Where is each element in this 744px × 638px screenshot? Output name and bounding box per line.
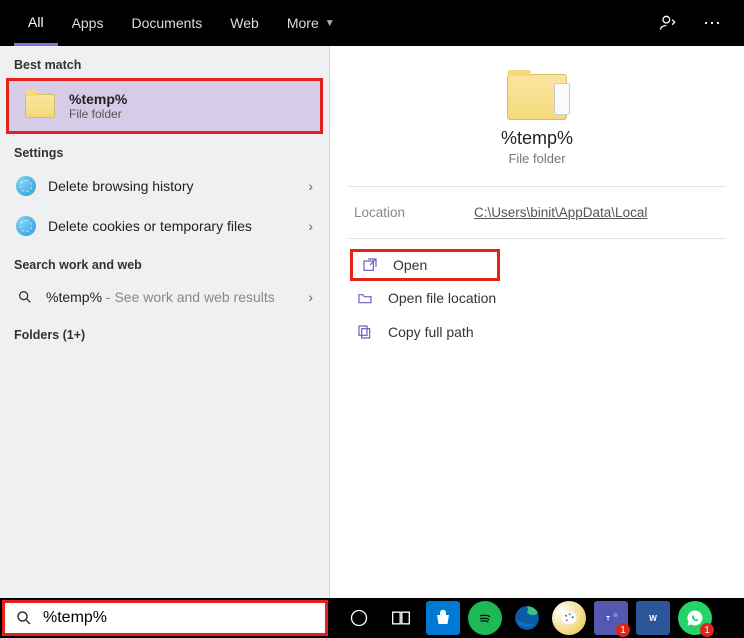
taskbar-app-word[interactable]: W: [636, 601, 670, 635]
chevron-right-icon: ›: [308, 289, 313, 305]
search-web-row[interactable]: %temp% - See work and web results ›: [0, 278, 329, 316]
notification-badge: 1: [700, 623, 714, 637]
results-left-panel: Best match %temp% File folder Settings D…: [0, 46, 330, 598]
taskbar-app-spotify[interactable]: [468, 601, 502, 635]
action-copy-full-path[interactable]: Copy full path: [334, 315, 740, 349]
search-tabs: All Apps Documents Web More ▼ ⋯: [0, 0, 744, 46]
preview-panel: %temp% File folder Location C:\Users\bin…: [330, 46, 744, 598]
globe-icon: [16, 216, 36, 236]
search-results-main: Best match %temp% File folder Settings D…: [0, 46, 744, 598]
preview-subtitle: File folder: [330, 151, 744, 166]
tab-documents-label: Documents: [131, 15, 202, 31]
tab-all-label: All: [28, 14, 44, 30]
setting-delete-browsing-history[interactable]: Delete browsing history ›: [0, 166, 329, 206]
tab-all[interactable]: All: [14, 0, 58, 46]
search-icon: [15, 609, 33, 627]
taskbar-app-teams[interactable]: T 1: [594, 601, 628, 635]
more-options-icon[interactable]: ⋯: [694, 13, 730, 34]
cortana-icon[interactable]: [340, 598, 378, 638]
location-link[interactable]: C:\Users\binit\AppData\Local: [474, 205, 647, 220]
tab-more[interactable]: More ▼: [273, 0, 349, 46]
section-settings: Settings: [0, 134, 329, 166]
section-best-match: Best match: [0, 46, 329, 78]
action-open[interactable]: Open: [350, 249, 500, 281]
open-icon: [361, 256, 379, 274]
action-open-label: Open: [393, 257, 427, 273]
feedback-icon[interactable]: [658, 13, 694, 33]
tab-documents[interactable]: Documents: [117, 0, 216, 46]
tab-more-label: More: [287, 15, 319, 31]
action-open-file-location[interactable]: Open file location: [334, 281, 740, 315]
tab-apps[interactable]: Apps: [58, 0, 118, 46]
best-match-subtitle: File folder: [69, 107, 127, 121]
folder-icon: [507, 74, 567, 120]
setting-delete-cookies[interactable]: Delete cookies or temporary files ›: [0, 206, 329, 246]
best-match-title: %temp%: [69, 91, 127, 107]
action-open-location-label: Open file location: [388, 290, 496, 306]
section-folders: Folders (1+): [0, 316, 329, 348]
section-search-web: Search work and web: [0, 246, 329, 278]
search-icon: [16, 288, 34, 306]
best-match-result[interactable]: %temp% File folder: [6, 78, 323, 134]
action-copy-path-label: Copy full path: [388, 324, 474, 340]
preview-title: %temp%: [330, 128, 744, 149]
folder-icon: [25, 94, 55, 118]
globe-icon: [16, 176, 36, 196]
action-list: Open Open file location Copy full path: [330, 239, 744, 359]
taskbar-app-paint[interactable]: [552, 601, 586, 635]
preview-location-row: Location C:\Users\binit\AppData\Local: [330, 187, 744, 238]
chevron-down-icon: ▼: [325, 18, 335, 29]
taskbar-app-edge[interactable]: [510, 601, 544, 635]
folder-open-icon: [356, 289, 374, 307]
search-input[interactable]: [43, 609, 315, 627]
taskbar-searchbox[interactable]: [2, 600, 328, 636]
tab-web-label: Web: [230, 15, 259, 31]
taskbar: T 1 W 1: [0, 598, 744, 638]
notification-badge: 1: [616, 623, 630, 637]
tab-apps-label: Apps: [72, 15, 104, 31]
setting-label: Delete browsing history: [48, 178, 194, 194]
tab-web[interactable]: Web: [216, 0, 273, 46]
chevron-right-icon: ›: [308, 218, 313, 234]
location-label: Location: [354, 205, 474, 220]
setting-label: Delete cookies or temporary files: [48, 218, 252, 234]
task-view-icon[interactable]: [382, 598, 420, 638]
chevron-right-icon: ›: [308, 178, 313, 194]
taskbar-app-whatsapp[interactable]: 1: [678, 601, 712, 635]
copy-icon: [356, 323, 374, 341]
search-web-label: %temp% - See work and web results: [46, 289, 275, 305]
svg-text:W: W: [649, 614, 657, 623]
taskbar-app-store[interactable]: [426, 601, 460, 635]
